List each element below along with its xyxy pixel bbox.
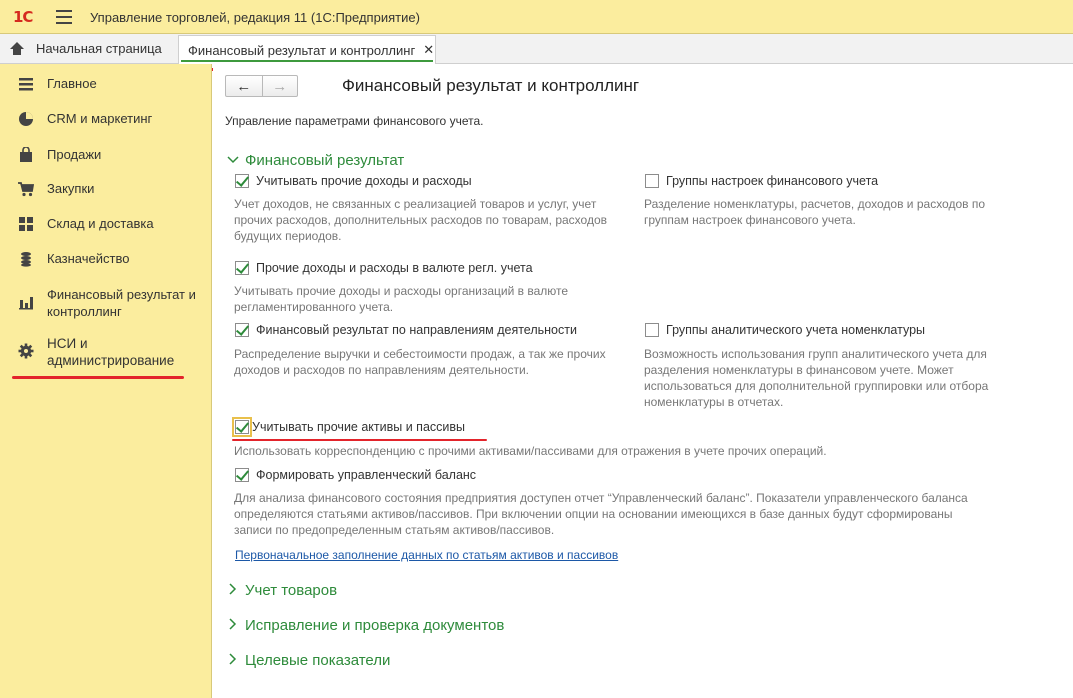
section-title: Финансовый результат	[245, 152, 405, 169]
app-title: Управление торговлей, редакция 11 (1С:Пр…	[90, 10, 420, 25]
section-targets[interactable]: Целевые показатели	[227, 652, 390, 669]
cart-icon	[18, 181, 35, 197]
forward-button[interactable]: →	[261, 76, 298, 96]
checkbox-mgmt-balance[interactable]	[235, 468, 249, 482]
sidebar-item-label: НСИ и администрирование	[47, 336, 175, 368]
sidebar-item-financial-result[interactable]: Финансовый результат и контроллинг	[0, 286, 205, 320]
chevron-right-icon	[227, 653, 245, 668]
sidebar-item-crm[interactable]: CRM и маркетинг	[0, 110, 212, 127]
pie-chart-icon	[18, 111, 34, 127]
menu-icon[interactable]	[56, 10, 72, 24]
title-bar: 1С Управление торговлей, редакция 11 (1С…	[0, 0, 1073, 34]
sidebar-item-label: Главное	[47, 76, 97, 91]
section-title: Целевые показатели	[245, 652, 391, 669]
option-fin-result-directions[interactable]: Финансовый результат по направлениям дея…	[235, 323, 577, 337]
sidebar-item-label: Казначейство	[47, 251, 130, 266]
section-title: Учет товаров	[245, 582, 338, 599]
tab-bar: Начальная страница Финансовый результат …	[0, 34, 1073, 64]
option-label: Учитывать прочие доходы и расходы	[256, 174, 472, 188]
annotation-underline-option	[232, 439, 487, 441]
sidebar-item-label: Закупки	[47, 181, 95, 196]
tab-home-label: Начальная страница	[36, 41, 162, 56]
page-title: Финансовый результат и контроллинг	[342, 76, 640, 95]
section-goods[interactable]: Учет товаров	[227, 582, 337, 599]
section-title: Исправление и проверка документов	[245, 617, 505, 634]
sidebar-item-warehouse[interactable]: Склад и доставка	[0, 215, 212, 232]
option-desc: Использовать корреспонденцию с прочими а…	[234, 444, 827, 458]
option-desc: Возможность использования групп аналитич…	[644, 347, 989, 409]
checkbox-other-income-currency[interactable]	[235, 261, 249, 275]
shopping-bag-icon	[18, 146, 34, 163]
option-desc: Учитывать прочие доходы и расходы органи…	[234, 284, 569, 314]
option-other-income[interactable]: Учитывать прочие доходы и расходы	[235, 174, 472, 188]
initial-fill-link[interactable]: Первоначальное заполнение данных по стат…	[235, 548, 618, 562]
option-desc: Распределение выручки и себестоимости пр…	[234, 347, 606, 377]
list-icon	[18, 76, 34, 92]
tab-financial-result[interactable]: Финансовый результат и контроллинг ✕	[178, 35, 436, 64]
annotation-underline-sidebar	[12, 376, 184, 379]
checkbox-fin-result-directions[interactable]	[235, 323, 249, 337]
option-desc: Разделение номенклатуры, расчетов, доход…	[644, 197, 986, 227]
option-mgmt-balance[interactable]: Формировать управленческий баланс	[235, 468, 476, 482]
sidebar-item-label: Продажи	[47, 147, 102, 162]
page-subtitle: Управление параметрами финансового учета…	[225, 114, 484, 128]
sidebar-item-admin[interactable]: НСИ и администрирование	[0, 335, 212, 369]
checkbox-other-assets[interactable]	[232, 417, 252, 437]
option-analytic-groups[interactable]: Группы аналитического учета номенклатуры	[645, 323, 925, 337]
option-settings-groups[interactable]: Группы настроек финансового учета	[645, 174, 878, 188]
chevron-down-icon	[227, 153, 245, 168]
main-content: ← → Финансовый результат и контроллинг У…	[213, 64, 1073, 698]
option-label: Группы аналитического учета номенклатуры	[666, 323, 926, 337]
option-desc: Для анализа финансового состояния предпр…	[234, 491, 968, 537]
checkbox-analytic-groups[interactable]	[645, 323, 659, 337]
tab-financial-result-label: Финансовый результат и контроллинг	[188, 42, 416, 58]
option-label: Финансовый результат по направлениям дея…	[256, 323, 577, 337]
nav-buttons: ← →	[225, 75, 298, 97]
option-desc: Учет доходов, не связанных с реализацией…	[234, 197, 608, 243]
option-label: Формировать управленческий баланс	[256, 468, 477, 482]
checkbox-settings-groups[interactable]	[645, 174, 659, 188]
home-icon	[10, 41, 26, 56]
chevron-right-icon	[227, 618, 245, 633]
section-financial-result[interactable]: Финансовый результат	[227, 152, 404, 169]
gear-icon	[18, 343, 34, 359]
option-other-assets[interactable]: Учитывать прочие активы и пассивы	[232, 417, 466, 437]
sidebar-item-sales[interactable]: Продажи	[0, 146, 212, 163]
sidebar-item-label: Финансовый результат и контроллинг	[47, 287, 196, 319]
sidebar-item-treasury[interactable]: Казначейство	[0, 250, 212, 267]
section-docs[interactable]: Исправление и проверка документов	[227, 617, 504, 634]
back-button[interactable]: ←	[226, 76, 262, 96]
bar-chart-icon	[18, 294, 34, 310]
coins-icon	[18, 251, 34, 267]
chevron-right-icon	[227, 583, 245, 598]
sidebar: Главное CRM и маркетинг Продажи Закупки …	[0, 64, 212, 698]
option-label: Учитывать прочие активы и пассивы	[252, 420, 466, 434]
option-label: Группы настроек финансового учета	[666, 174, 879, 188]
sidebar-item-main[interactable]: Главное	[0, 75, 212, 92]
option-label: Прочие доходы и расходы в валюте регл. у…	[256, 261, 533, 275]
app-logo[interactable]: 1С	[13, 8, 33, 26]
checkbox-other-income[interactable]	[235, 174, 249, 188]
tab-home[interactable]: Начальная страница	[0, 34, 172, 63]
warehouse-icon	[18, 216, 34, 232]
sidebar-item-label: Склад и доставка	[47, 216, 154, 231]
sidebar-item-label: CRM и маркетинг	[47, 111, 153, 126]
close-icon[interactable]: ✕	[423, 42, 434, 58]
option-other-income-currency[interactable]: Прочие доходы и расходы в валюте регл. у…	[235, 261, 533, 275]
sidebar-item-purchases[interactable]: Закупки	[0, 180, 212, 197]
